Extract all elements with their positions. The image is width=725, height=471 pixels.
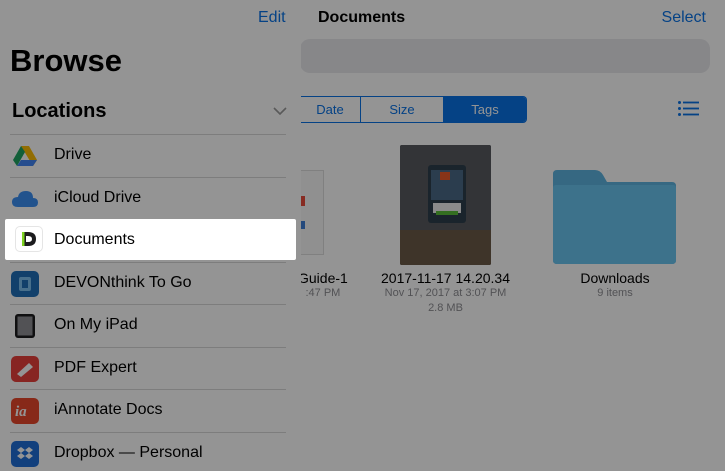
- svg-text:ia: ia: [15, 404, 27, 419]
- edit-button[interactable]: Edit: [258, 9, 286, 27]
- sidebar-item-devonthink[interactable]: DEVONthink To Go: [0, 261, 301, 305]
- pdf-expert-icon: [11, 355, 39, 382]
- sort-tab-size[interactable]: Size: [360, 97, 443, 122]
- sidebar-item-icloud-drive[interactable]: iCloud Drive: [0, 176, 301, 220]
- sidebar-item-pdf-expert[interactable]: PDF Expert: [0, 346, 301, 390]
- sidebar-item-documents[interactable]: Documents: [5, 219, 296, 260]
- search-input[interactable]: [300, 39, 710, 73]
- google-drive-icon: [11, 143, 39, 169]
- file-date: :47 PM: [305, 287, 341, 299]
- chevron-down-icon[interactable]: [273, 106, 287, 116]
- sidebar-item-dropbox[interactable]: Dropbox — Personal: [0, 431, 301, 471]
- folder-item-downloads[interactable]: Downloads 9 items: [560, 270, 670, 301]
- file-name: 2017-11-17 14.20.34: [381, 270, 510, 286]
- file-date: Nov 17, 2017 at 3:07 PM: [384, 287, 507, 299]
- sidebar-title: Browse: [10, 43, 122, 78]
- select-button[interactable]: Select: [662, 9, 706, 27]
- documents-app-icon: [15, 226, 43, 252]
- sidebar-item-label: Drive: [54, 146, 92, 163]
- sidebar-item-label: DEVONthink To Go: [54, 273, 192, 291]
- locations-list: Drive iCloud Drive DEVONthink To Go On M: [0, 134, 301, 471]
- icloud-icon: [11, 186, 39, 212]
- folder-name: Downloads: [580, 270, 650, 286]
- folder-icon[interactable]: [553, 170, 676, 264]
- file-name: Guide-1: [298, 270, 348, 286]
- sidebar-item-label: Dropbox — Personal: [54, 443, 203, 461]
- sort-tab-tags[interactable]: Tags: [443, 97, 526, 122]
- sort-segmented-control: Date Size Tags: [300, 96, 527, 123]
- list-view-icon[interactable]: [678, 101, 699, 116]
- file-item-photo[interactable]: 2017-11-17 14.20.34 Nov 17, 2017 at 3:07…: [378, 270, 513, 316]
- section-header-locations: Locations: [12, 100, 107, 122]
- sidebar-item-label: On My iPad: [54, 316, 138, 333]
- iannotate-icon: ia: [11, 398, 39, 424]
- document-thumbnail[interactable]: [400, 145, 491, 265]
- sidebar-item-label: iCloud Drive: [54, 188, 142, 206]
- devonthink-icon: [11, 270, 39, 297]
- sidebar-item-label: Documents: [54, 231, 135, 248]
- photo-preview-icon: [400, 145, 491, 265]
- sidebar-item-on-my-ipad[interactable]: On My iPad: [0, 304, 301, 347]
- sidebar-item-label: PDF Expert: [54, 358, 137, 376]
- sidebar-item-drive[interactable]: Drive: [0, 134, 301, 177]
- dropbox-icon: [11, 440, 39, 467]
- file-item-guide[interactable]: Guide-1 :47 PM: [298, 270, 348, 301]
- folder-count: 9 items: [597, 287, 633, 299]
- sidebar-item-iannotate[interactable]: ia iAnnotate Docs: [0, 389, 301, 432]
- sort-tab-date[interactable]: Date: [300, 97, 360, 122]
- files-app-window: Documents Select Date Size Tags Guide-1 …: [0, 0, 725, 471]
- file-size: 2.8 MB: [428, 302, 463, 314]
- sidebar-item-label: iAnnotate Docs: [54, 401, 163, 418]
- ipad-icon: [11, 313, 39, 339]
- page-title: Documents: [318, 9, 406, 26]
